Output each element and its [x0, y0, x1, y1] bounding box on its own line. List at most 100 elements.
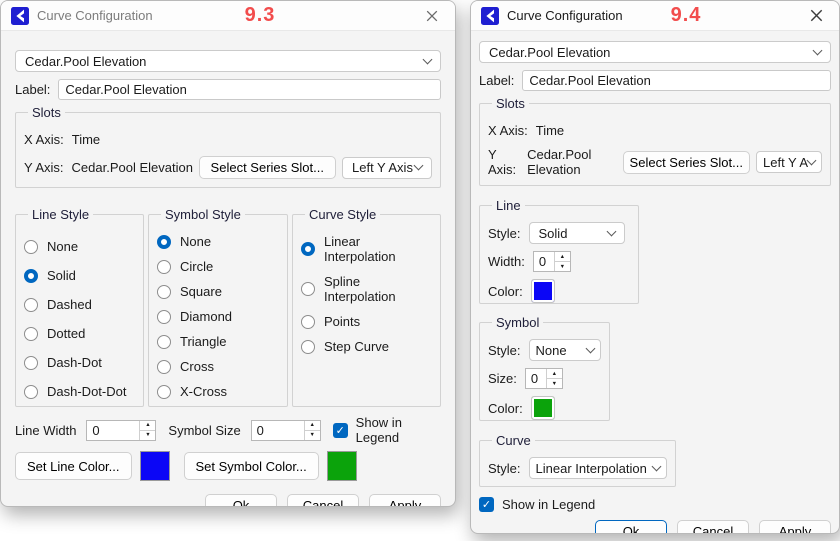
- radio-icon[interactable]: [301, 282, 315, 296]
- y-axis-label: Y Axis:: [24, 160, 64, 175]
- show-in-legend-label: Show in Legend: [356, 415, 441, 445]
- chevron-down-icon: [423, 54, 433, 64]
- line-color-swatch[interactable]: [531, 279, 555, 303]
- y-axis-side-combobox[interactable]: Left Y A:: [756, 151, 822, 173]
- line-style-option-dash-dot-dot[interactable]: Dash-Dot-Dot: [24, 384, 135, 399]
- show-in-legend-label: Show in Legend: [502, 497, 595, 512]
- curve-style-option-points[interactable]: Points: [301, 314, 432, 329]
- curve-configuration-dialog-94: Curve Configuration 9.4 Cedar.Pool Eleva…: [470, 0, 840, 534]
- ok-button[interactable]: Ok: [205, 494, 277, 507]
- figure-number-label: 9.4: [671, 4, 702, 27]
- symbol-style-option-none[interactable]: None: [157, 234, 279, 249]
- symbol-style-option-cross[interactable]: Cross: [157, 359, 279, 374]
- line-width-label: Width:: [488, 254, 525, 269]
- symbol-size-spinner[interactable]: 0 ▲▼: [251, 420, 321, 441]
- close-button[interactable]: [803, 4, 829, 28]
- line-width-spinner[interactable]: 0 ▲▼: [533, 251, 571, 272]
- label-input[interactable]: [522, 70, 831, 91]
- apply-button[interactable]: Apply: [369, 494, 441, 507]
- cancel-button[interactable]: Cancel: [287, 494, 359, 507]
- line-width-value: 0: [534, 252, 554, 271]
- symbol-size-label: Size:: [488, 371, 517, 386]
- radio-icon[interactable]: [157, 335, 171, 349]
- ok-button[interactable]: Ok: [595, 520, 667, 534]
- radio-icon[interactable]: [157, 385, 171, 399]
- symbol-style-option-x-cross[interactable]: X-Cross: [157, 384, 279, 399]
- show-in-legend-checkbox[interactable]: ✓: [333, 423, 348, 438]
- line-style-option-solid[interactable]: Solid: [24, 268, 135, 283]
- close-button[interactable]: [419, 4, 445, 28]
- symbol-style-option-circle[interactable]: Circle: [157, 259, 279, 274]
- label-caption: Label:: [15, 82, 50, 97]
- spin-down-icon[interactable]: ▼: [305, 431, 320, 440]
- y-axis-value: Cedar.Pool Elevation: [72, 160, 193, 175]
- radio-icon[interactable]: [301, 315, 315, 329]
- symbol-color-swatch[interactable]: [327, 451, 357, 481]
- select-series-slot-button[interactable]: Select Series Slot...: [199, 156, 336, 179]
- line-style-group-title: Line Style: [28, 207, 93, 222]
- curve-style-option-linear[interactable]: Linear Interpolation: [301, 234, 432, 264]
- radio-icon[interactable]: [24, 327, 38, 341]
- symbol-style-combobox[interactable]: None: [529, 339, 601, 361]
- spin-down-icon[interactable]: ▼: [555, 262, 570, 271]
- select-series-slot-button[interactable]: Select Series Slot...: [623, 151, 750, 174]
- line-style-option-none[interactable]: None: [24, 239, 135, 254]
- y-axis-side-combobox[interactable]: Left Y Axis: [342, 157, 432, 179]
- symbol-size-spinner[interactable]: 0 ▲▼: [525, 368, 563, 389]
- radio-label: Step Curve: [324, 339, 389, 354]
- curve-style-option-step[interactable]: Step Curve: [301, 339, 432, 354]
- cancel-button[interactable]: Cancel: [677, 520, 749, 534]
- curve-group: Curve Style: Linear Interpolation: [479, 433, 676, 487]
- radio-icon-selected[interactable]: [157, 235, 171, 249]
- spin-up-icon[interactable]: ▲: [140, 421, 155, 431]
- radio-icon[interactable]: [24, 240, 38, 254]
- radio-icon-selected[interactable]: [301, 242, 315, 256]
- symbol-style-option-square[interactable]: Square: [157, 284, 279, 299]
- slot-selector-value: Cedar.Pool Elevation: [25, 54, 424, 69]
- symbol-style-option-diamond[interactable]: Diamond: [157, 309, 279, 324]
- symbol-color-swatch[interactable]: [531, 396, 555, 420]
- y-axis-side-value: Left Y Axis: [352, 160, 415, 175]
- riverware-app-icon: [11, 7, 29, 25]
- symbol-group: Symbol Style: None Size: 0 ▲▼ Co: [479, 315, 610, 421]
- line-style-combobox[interactable]: Solid: [529, 222, 625, 244]
- label-input[interactable]: [58, 79, 441, 100]
- radio-icon[interactable]: [157, 310, 171, 324]
- slot-selector-combobox[interactable]: Cedar.Pool Elevation: [479, 41, 831, 63]
- slot-selector-combobox[interactable]: Cedar.Pool Elevation: [15, 50, 441, 72]
- radio-icon-selected[interactable]: [24, 269, 38, 283]
- radio-icon[interactable]: [157, 285, 171, 299]
- line-color-swatch[interactable]: [140, 451, 170, 481]
- curve-style-combobox[interactable]: Linear Interpolation: [529, 457, 667, 479]
- radio-icon[interactable]: [24, 356, 38, 370]
- radio-label: Linear Interpolation: [324, 234, 432, 264]
- titlebar[interactable]: Curve Configuration 9.4: [471, 1, 839, 31]
- line-width-value: 0: [87, 421, 139, 440]
- line-style-option-dotted[interactable]: Dotted: [24, 326, 135, 341]
- spin-up-icon[interactable]: ▲: [555, 252, 570, 262]
- radio-icon[interactable]: [157, 360, 171, 374]
- radio-icon[interactable]: [24, 298, 38, 312]
- line-style-option-dash-dot[interactable]: Dash-Dot: [24, 355, 135, 370]
- radio-icon[interactable]: [157, 260, 171, 274]
- curve-style-option-spline[interactable]: Spline Interpolation: [301, 274, 432, 304]
- symbol-size-label: Symbol Size: [168, 423, 240, 438]
- line-width-spinner[interactable]: 0 ▲▼: [86, 420, 156, 441]
- curve-group-title: Curve: [492, 433, 535, 448]
- line-style-option-dashed[interactable]: Dashed: [24, 297, 135, 312]
- set-line-color-button[interactable]: Set Line Color...: [15, 452, 132, 480]
- apply-button[interactable]: Apply: [759, 520, 831, 534]
- set-symbol-color-button[interactable]: Set Symbol Color...: [184, 452, 319, 480]
- radio-icon[interactable]: [301, 340, 315, 354]
- spin-down-icon[interactable]: ▼: [140, 431, 155, 440]
- chevron-down-icon: [414, 161, 424, 171]
- spin-down-icon[interactable]: ▼: [547, 379, 562, 388]
- titlebar[interactable]: Curve Configuration 9.3: [1, 1, 455, 31]
- symbol-style-option-triangle[interactable]: Triangle: [157, 334, 279, 349]
- radio-icon[interactable]: [24, 385, 38, 399]
- spin-up-icon[interactable]: ▲: [547, 369, 562, 379]
- curve-style-group: Curve Style Linear Interpolation Spline …: [292, 207, 441, 407]
- show-in-legend-checkbox[interactable]: ✓: [479, 497, 494, 512]
- line-style-label: Style:: [488, 226, 521, 241]
- spin-up-icon[interactable]: ▲: [305, 421, 320, 431]
